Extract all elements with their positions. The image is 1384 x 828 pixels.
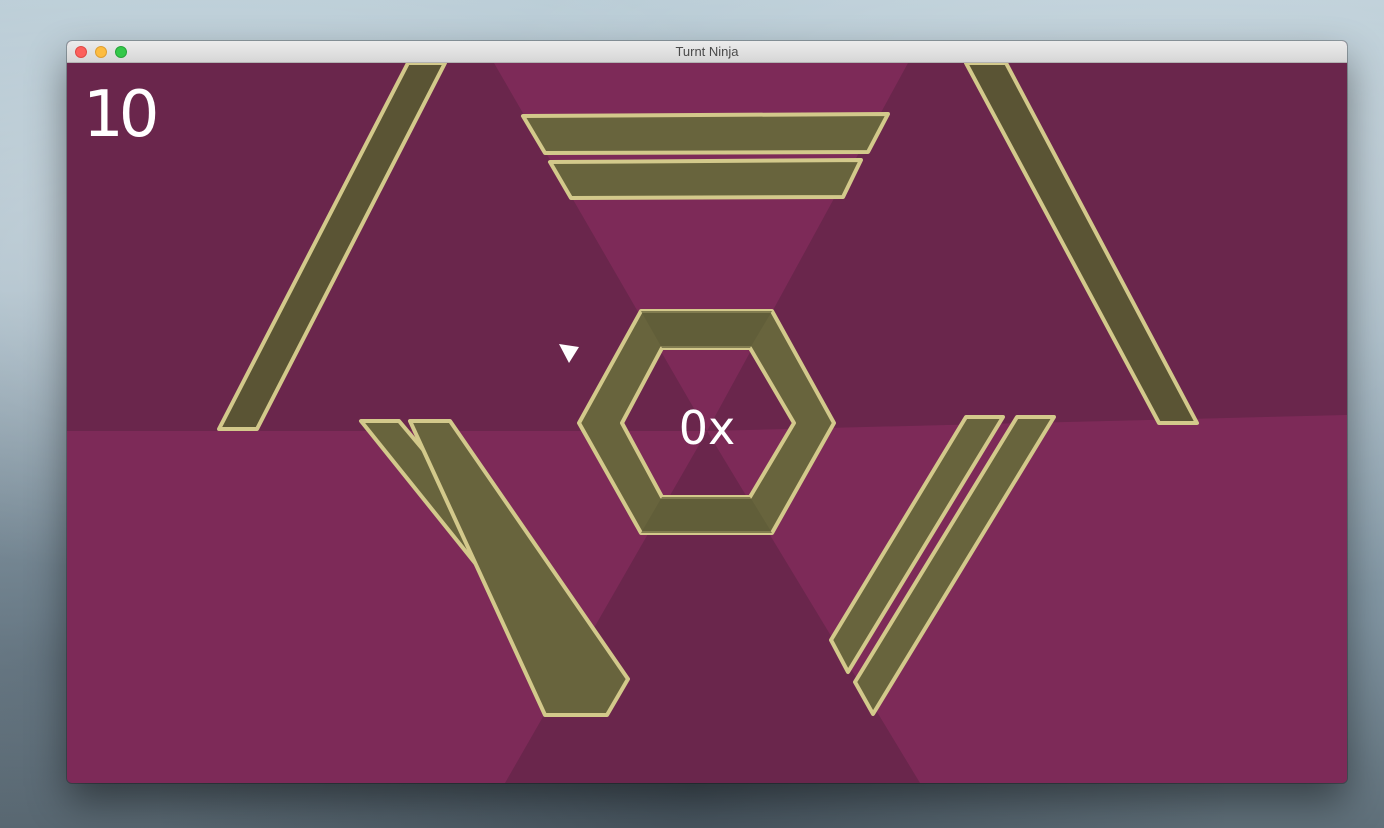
multiplier-label: 0x [678,401,736,455]
wall-top-1 [521,112,890,155]
hex-shade-bottom [641,497,772,533]
score-counter: 10 [83,78,159,152]
window-title: Turnt Ninja [675,44,739,59]
game-window: Turnt Ninja 10 0x [67,41,1347,783]
game-canvas[interactable]: 10 0x [67,63,1347,783]
hex-shade-top [641,311,772,348]
title-bar[interactable]: Turnt Ninja [67,41,1347,63]
wall-top-2 [548,158,863,200]
